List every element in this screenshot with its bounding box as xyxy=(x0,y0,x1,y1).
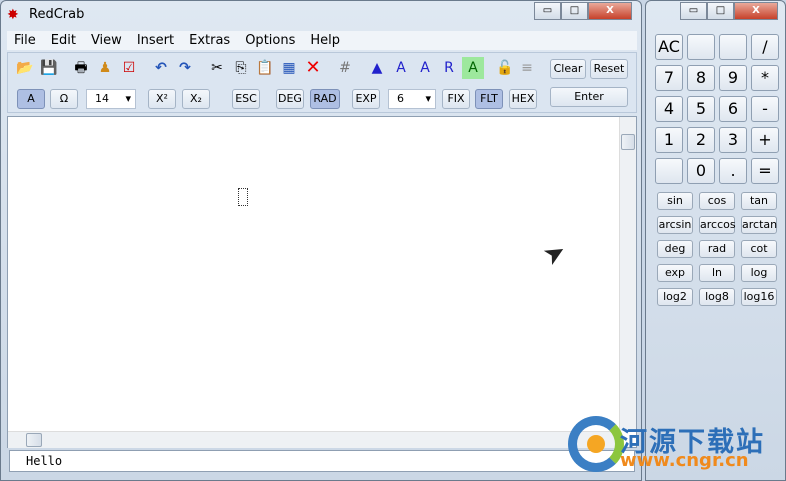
calc-fn-arcsin[interactable]: arcsin xyxy=(657,216,693,234)
redo-icon[interactable]: ↷ xyxy=(174,57,196,79)
calc-fn-exp[interactable]: exp xyxy=(657,264,693,282)
enter-button[interactable]: Enter xyxy=(550,87,628,107)
esc-button[interactable]: ESC xyxy=(232,89,260,109)
calc-key[interactable]: 1 xyxy=(655,127,683,153)
menu-extras[interactable]: Extras xyxy=(182,31,238,50)
undo-icon[interactable]: ↶ xyxy=(150,57,172,79)
text-cursor-box xyxy=(238,188,248,206)
lines-icon[interactable]: ≡ xyxy=(516,57,538,79)
horizontal-scrollbar[interactable] xyxy=(8,431,619,448)
calc-key[interactable]: AC xyxy=(655,34,683,60)
calc-key[interactable]: + xyxy=(751,127,779,153)
watermark-logo xyxy=(568,416,624,472)
fix-button[interactable]: FIX xyxy=(442,89,470,109)
flt-button[interactable]: FLT xyxy=(475,89,503,109)
calc-key[interactable]: - xyxy=(751,96,779,122)
menu-help[interactable]: Help xyxy=(303,31,348,50)
menu-options[interactable]: Options xyxy=(238,31,303,50)
calc-fn-arctan[interactable]: arctan xyxy=(741,216,777,234)
deg-button[interactable]: DEG xyxy=(276,89,304,109)
stamp-icon[interactable]: ♟ xyxy=(94,57,116,79)
calc-key[interactable]: 8 xyxy=(687,65,715,91)
calc-fn-log2[interactable]: log2 xyxy=(657,288,693,306)
text-r-icon[interactable]: R xyxy=(438,57,460,79)
calculator-window: ▭ □ X AC / 7 8 9 * 4 5 6- 1 2 3 +0. = sin cos tan arcsin… xyxy=(645,0,786,481)
watermark-url: www.cngr.cn xyxy=(620,450,749,471)
rad-button[interactable]: RAD xyxy=(310,89,340,109)
calc-key[interactable]: * xyxy=(751,65,779,91)
calc-key[interactable]: 0 xyxy=(687,158,715,184)
calc-key[interactable]: 5 xyxy=(687,96,715,122)
calc-fn-sin[interactable]: sin xyxy=(657,192,693,210)
menu-file[interactable]: File xyxy=(7,31,44,50)
lock-icon[interactable]: 🔓 xyxy=(494,57,516,79)
precision-select[interactable]: 6 xyxy=(388,89,436,109)
text-a-green-icon[interactable]: A xyxy=(462,57,484,79)
calc-key[interactable]: 3 xyxy=(719,127,747,153)
calc-fn-tan[interactable]: tan xyxy=(741,192,777,210)
calc-key[interactable] xyxy=(719,34,747,60)
calc-fn-cot[interactable]: cot xyxy=(741,240,777,258)
delete-icon[interactable]: ✕ xyxy=(302,57,324,79)
cut-icon[interactable]: ✂ xyxy=(206,57,228,79)
status-bar: Hello xyxy=(9,450,635,472)
calc-key[interactable]: = xyxy=(751,158,779,184)
main-window: ✸ RedCrab ▭ □ X File Edit View Insert Ex… xyxy=(0,0,642,481)
calc-close-button[interactable]: X xyxy=(734,2,778,20)
paste-icon[interactable]: 📋 xyxy=(254,57,276,79)
save-icon[interactable]: 💾 xyxy=(38,57,60,79)
calc-key[interactable]: 4 xyxy=(655,96,683,122)
calc-key[interactable] xyxy=(655,158,683,184)
mouse-pointer-icon: ➤ xyxy=(537,235,572,273)
close-button[interactable]: X xyxy=(588,2,632,20)
maximize-button[interactable]: □ xyxy=(561,2,588,20)
calc-key[interactable]: 7 xyxy=(655,65,683,91)
font-a-button[interactable]: A xyxy=(17,89,45,109)
menu-edit[interactable]: Edit xyxy=(44,31,84,50)
calc-key[interactable]: / xyxy=(751,34,779,60)
font-size-select[interactable]: 14 xyxy=(86,89,136,109)
exp-button[interactable]: EXP xyxy=(352,89,380,109)
calc-minimize-button[interactable]: ▭ xyxy=(680,2,707,20)
text-a-alt-icon[interactable]: A xyxy=(414,57,436,79)
clear-button[interactable]: Clear xyxy=(550,59,586,79)
calc-fn-deg[interactable]: deg xyxy=(657,240,693,258)
minimize-button[interactable]: ▭ xyxy=(534,2,561,20)
checklist-icon[interactable]: ☑ xyxy=(118,57,140,79)
calc-fn-arccos[interactable]: arccos xyxy=(699,216,736,234)
calc-key[interactable]: 9 xyxy=(719,65,747,91)
editor-area[interactable]: ➤ xyxy=(7,116,637,448)
redcrab-logo-icon: ✸ xyxy=(7,7,19,23)
calc-fn-log[interactable]: log xyxy=(741,264,777,282)
omega-button[interactable]: Ω xyxy=(50,89,78,109)
menu-bar: File Edit View Insert Extras Options Hel… xyxy=(7,31,637,50)
table-icon[interactable]: ▦ xyxy=(278,57,300,79)
calc-fn-rad[interactable]: rad xyxy=(699,240,735,258)
subscript-button[interactable]: X₂ xyxy=(182,89,210,109)
superscript-button[interactable]: X² xyxy=(148,89,176,109)
open-icon[interactable]: 📂 xyxy=(14,57,36,79)
toolbar: 📂 💾 🖶 ♟ ☑ ↶ ↷ ✂ ⎘ 📋 ▦ ✕ # ▲ A A R A 🔓 ≡ … xyxy=(7,52,637,113)
menu-insert[interactable]: Insert xyxy=(130,31,182,50)
hex-button[interactable]: HEX xyxy=(509,89,537,109)
calc-fn-cos[interactable]: cos xyxy=(699,192,735,210)
calc-fn-ln[interactable]: ln xyxy=(699,264,735,282)
text-a-icon[interactable]: A xyxy=(390,57,412,79)
copy-icon[interactable]: ⎘ xyxy=(230,57,252,79)
calc-key[interactable] xyxy=(687,34,715,60)
calc-fn-log16[interactable]: log16 xyxy=(741,288,777,306)
calc-fn-log8[interactable]: log8 xyxy=(699,288,735,306)
vertical-scrollbar[interactable] xyxy=(619,117,636,431)
chart-icon[interactable]: ▲ xyxy=(366,57,388,79)
reset-button[interactable]: Reset xyxy=(590,59,628,79)
calc-maximize-button[interactable]: □ xyxy=(707,2,734,20)
calc-key[interactable]: 2 xyxy=(687,127,715,153)
grid-icon[interactable]: # xyxy=(334,57,356,79)
window-title: RedCrab xyxy=(29,7,85,22)
calc-key[interactable]: 6 xyxy=(719,96,747,122)
calc-key[interactable]: . xyxy=(719,158,747,184)
print-icon[interactable]: 🖶 xyxy=(70,57,92,79)
menu-view[interactable]: View xyxy=(84,31,130,50)
